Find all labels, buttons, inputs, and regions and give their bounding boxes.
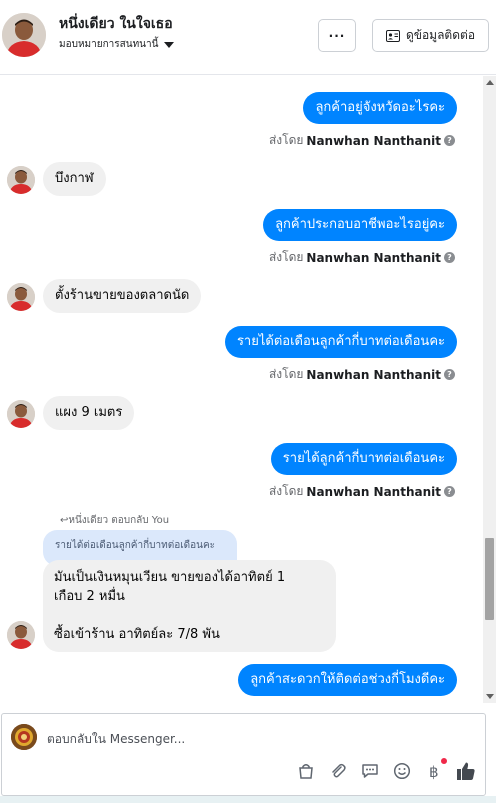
scroll-up-arrow-icon[interactable] [486,80,494,85]
contact-avatar-small[interactable] [7,283,35,311]
sent-by-info: ส่งโดย Nanwhan Nanthanit ? [269,482,455,501]
baht-icon[interactable]: ฿ [423,758,447,782]
reply-input[interactable] [47,732,447,746]
contact-avatar[interactable] [2,13,46,57]
outgoing-message[interactable]: ลูกค้าสะดวกให้ติดต่อช่วงกี่โมงดีคะ [238,664,457,696]
sent-by-info: ส่งโดย Nanwhan Nanthanit ? [269,365,455,384]
assign-label: มอบหมายการสนทนานี้ [59,39,159,50]
thumbs-up-icon[interactable] [455,760,477,782]
contact-card-icon [385,29,400,42]
message-line: ซื้อเข้าร้าน อาทิตย์ละ 7/8 พัน [54,627,220,642]
help-icon[interactable]: ? [444,486,455,497]
sent-by-info: ส่งโดย Nanwhan Nanthanit ? [269,248,455,267]
sender-name: Nanwhan Nanthanit [306,250,441,265]
outgoing-message[interactable]: รายได้ลูกค้ากี่บาทต่อเดือนคะ [270,443,457,475]
incoming-message[interactable]: บึงกาฬ [43,162,106,196]
reply-label: ↩หนึ่งเดียว ตอบกลับ You [60,515,170,526]
contact-name[interactable]: หนึ่งเดียว ในใจเธอ [59,13,173,35]
bottom-strip [0,796,496,803]
conversation-header: หนึ่งเดียว ในใจเธอ มอบหมายการสนทนานี้ ··… [0,0,496,75]
thread-scrollbar[interactable] [483,76,496,703]
outgoing-message[interactable]: ลูกค้าประกอบอาชีพอะไรอยู่คะ [263,209,457,241]
message-composer: ฿ [0,711,496,803]
sent-by-info: ส่งโดย Nanwhan Nanthanit ? [269,131,455,150]
incoming-message[interactable]: ตั้งร้านขายของตลาดนัด [43,279,202,313]
message-thread[interactable]: ลูกค้าอยู่จังหวัดอะไรคะ ส่งโดย Nanwhan N… [0,76,483,703]
composer-box: ฿ [1,713,486,796]
page-avatar [11,724,37,750]
sender-name: Nanwhan Nanthanit [306,484,441,499]
sent-by-prefix: ส่งโดย [268,250,304,264]
more-options-label: ··· [328,28,346,43]
assign-conversation-dropdown[interactable]: มอบหมายการสนทนานี้ [59,37,175,52]
help-icon[interactable]: ? [444,369,455,380]
caret-down-icon [164,41,175,48]
sent-by-prefix: ส่งโดย [268,133,304,147]
contact-avatar-small[interactable] [7,166,35,194]
incoming-message[interactable]: มันเป็นเงินหมุนเวียน ขายของได้อาทิตย์ 1 … [43,560,336,652]
svg-text:฿: ฿ [429,763,439,780]
saved-reply-icon[interactable] [359,760,381,782]
contact-avatar-small[interactable] [7,621,35,649]
view-contact-label: ดูข้อมูลติดต่อ [405,28,476,42]
more-options-button[interactable]: ··· [318,19,356,52]
composer-toolbar: ฿ [295,758,477,782]
message-line: มันเป็นเงินหมุนเวียน ขายของได้อาทิตย์ 1 [54,570,286,585]
incoming-message[interactable]: แผง 9 เมตร [43,396,135,430]
paperclip-icon[interactable] [327,760,349,782]
scrollbar-thumb[interactable] [485,538,494,620]
contact-avatar-small[interactable] [7,400,35,428]
help-icon[interactable]: ? [444,135,455,146]
message-line: เกือบ 2 หมื่น [54,589,125,604]
notification-dot [441,758,447,764]
sent-by-prefix: ส่งโดย [268,484,304,498]
outgoing-message[interactable]: รายได้ต่อเดือนลูกค้ากี่บาทต่อเดือนคะ [224,326,457,358]
sent-by-prefix: ส่งโดย [268,367,304,381]
view-contact-button[interactable]: ดูข้อมูลติดต่อ [372,19,489,52]
sender-name: Nanwhan Nanthanit [306,133,441,148]
bag-icon[interactable] [295,760,317,782]
emoji-icon[interactable] [391,760,413,782]
outgoing-message[interactable]: ลูกค้าอยู่จังหวัดอะไรคะ [303,92,457,124]
scroll-down-arrow-icon[interactable] [486,694,494,699]
sender-name: Nanwhan Nanthanit [306,367,441,382]
help-icon[interactable]: ? [444,252,455,263]
